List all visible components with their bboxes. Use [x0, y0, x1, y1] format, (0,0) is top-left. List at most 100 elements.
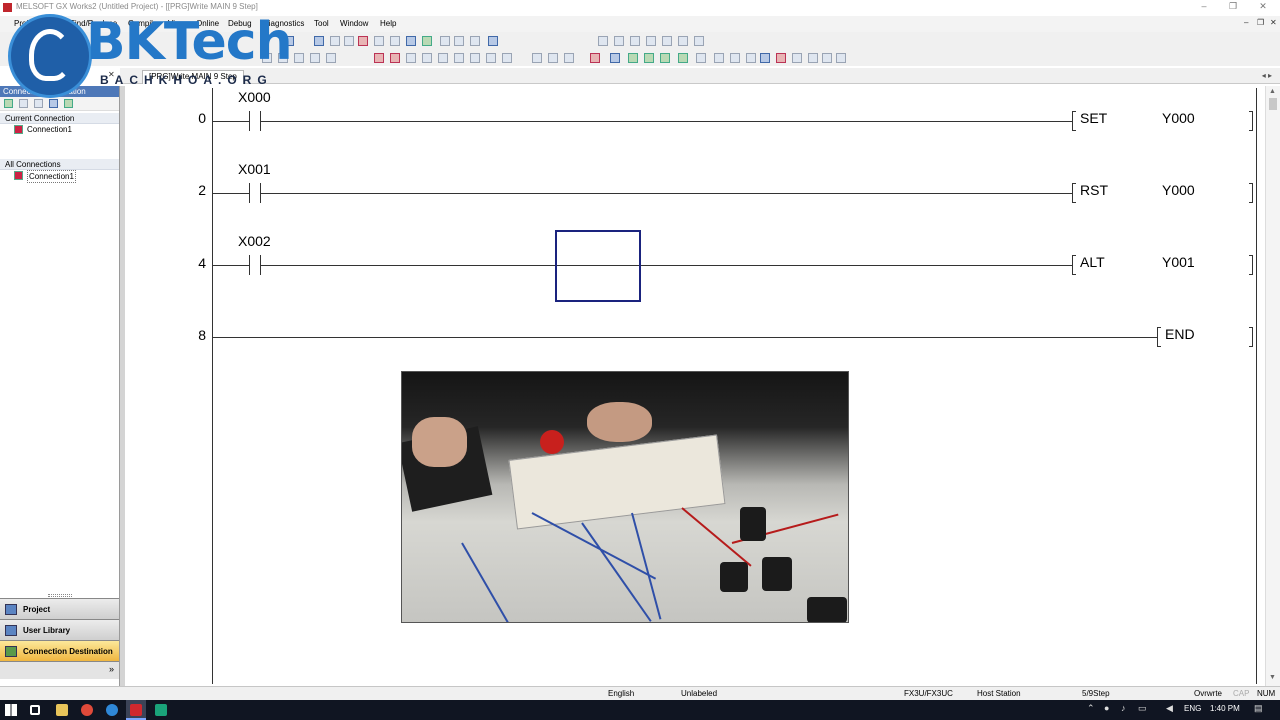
instruction[interactable]: SET: [1080, 110, 1107, 126]
nav-user-library-button[interactable]: User Library: [0, 619, 119, 640]
pane-tool-button[interactable]: [49, 99, 58, 108]
instruction[interactable]: RST: [1080, 182, 1108, 198]
toolbar-button[interactable]: [470, 36, 480, 46]
minimize-button[interactable]: –: [1193, 1, 1215, 11]
toolbar-button[interactable]: [746, 53, 756, 63]
maximize-button[interactable]: ❐: [1222, 1, 1244, 12]
contact-device[interactable]: X002: [238, 233, 271, 249]
toolbar-button[interactable]: [454, 53, 464, 63]
toolbar-button[interactable]: [440, 36, 450, 46]
toolbar-button[interactable]: [422, 53, 432, 63]
pane-resize-grip[interactable]: [48, 594, 72, 597]
contact-device[interactable]: X000: [238, 89, 271, 105]
app-icon[interactable]: [155, 704, 167, 716]
toolbar-button[interactable]: [422, 36, 432, 46]
toolbar-button[interactable]: [822, 53, 832, 63]
toolbar-button[interactable]: [808, 53, 818, 63]
tray-app-icon[interactable]: ●: [1104, 703, 1109, 713]
tray-mic-icon[interactable]: ♪: [1121, 703, 1126, 713]
toolbar-button[interactable]: [792, 53, 802, 63]
toolbar-button[interactable]: [374, 53, 384, 63]
vertical-scrollbar[interactable]: ▲ ▼: [1265, 86, 1280, 686]
toolbar-button[interactable]: [488, 36, 498, 46]
ladder-cursor[interactable]: [555, 230, 641, 302]
tray-language[interactable]: ENG: [1184, 704, 1201, 713]
zoom-button[interactable]: [836, 53, 846, 63]
menu-compile[interactable]: Compile: [128, 19, 157, 28]
toolbar-button[interactable]: [438, 53, 448, 63]
tray-chevron-icon[interactable]: ⌃: [1087, 703, 1095, 714]
menu-view[interactable]: View: [168, 19, 185, 28]
menu-online[interactable]: Online: [196, 19, 219, 28]
nav-connection-destination-button[interactable]: Connection Destination: [0, 640, 119, 661]
menu-edit[interactable]: Edit: [47, 19, 61, 28]
tray-volume-icon[interactable]: ◀: [1166, 703, 1173, 714]
toolbar-button[interactable]: [630, 36, 640, 46]
menu-find-replace[interactable]: Find/Replace: [70, 19, 117, 28]
tray-network-icon[interactable]: ▭: [1138, 703, 1147, 714]
pane-tool-button[interactable]: [34, 99, 43, 108]
toolbar-button[interactable]: [294, 53, 304, 63]
toolbar-button[interactable]: [344, 36, 354, 46]
toolbar-button[interactable]: [454, 36, 464, 46]
nav-more-button[interactable]: »: [0, 661, 119, 679]
toolbar-button[interactable]: [390, 53, 400, 63]
chrome-icon[interactable]: [81, 704, 93, 716]
skype-icon[interactable]: [106, 704, 118, 716]
pane-tool-button[interactable]: [64, 99, 73, 108]
toolbar-button[interactable]: [548, 53, 558, 63]
menu-project[interactable]: Project: [14, 19, 39, 28]
menu-window[interactable]: Window: [340, 19, 368, 28]
toolbar-button[interactable]: [590, 53, 600, 63]
toolbar-button[interactable]: [330, 36, 340, 46]
toolbar-button[interactable]: [486, 53, 496, 63]
menu-tool[interactable]: Tool: [314, 19, 329, 28]
menu-debug[interactable]: Debug: [228, 19, 252, 28]
contact-symbol[interactable]: [249, 183, 250, 203]
instruction-operand[interactable]: Y000: [1162, 110, 1195, 126]
toolbar-button[interactable]: [730, 53, 740, 63]
instruction-operand[interactable]: Y000: [1162, 182, 1195, 198]
connection-item[interactable]: Connection1: [0, 124, 119, 135]
mdi-close-button[interactable]: ✕: [1270, 18, 1277, 27]
toolbar-button[interactable]: [406, 36, 416, 46]
pane-tool-button[interactable]: [19, 99, 28, 108]
toolbar-button[interactable]: [660, 53, 670, 63]
nav-project-button[interactable]: Project: [0, 598, 119, 619]
toolbar-button[interactable]: [310, 53, 320, 63]
mdi-minimize-button[interactable]: –: [1244, 18, 1248, 27]
toolbar-button[interactable]: [644, 53, 654, 63]
contact-device[interactable]: X001: [238, 161, 271, 177]
close-button[interactable]: ✕: [1252, 1, 1274, 12]
scroll-down-icon[interactable]: ▼: [1269, 674, 1276, 681]
toolbar-button[interactable]: [662, 36, 672, 46]
contact-symbol[interactable]: [249, 111, 250, 131]
instruction[interactable]: ALT: [1080, 254, 1105, 270]
close-pane-icon[interactable]: ✕: [108, 70, 115, 79]
gx-works-icon[interactable]: [130, 704, 142, 716]
toolbar-button[interactable]: [314, 36, 324, 46]
toolbar-button[interactable]: [714, 53, 724, 63]
toolbar-button[interactable]: [358, 36, 368, 46]
toolbar-button[interactable]: [678, 36, 688, 46]
toolbar-button[interactable]: [694, 36, 704, 46]
pane-tool-button[interactable]: [4, 99, 13, 108]
search-icon[interactable]: [30, 705, 40, 715]
toolbar-button[interactable]: [564, 53, 574, 63]
notification-icon[interactable]: ▤: [1254, 703, 1263, 714]
toolbar-button[interactable]: [502, 53, 512, 63]
menu-diagnostics[interactable]: Diagnostics: [263, 19, 304, 28]
toolbar-button[interactable]: [646, 36, 656, 46]
contact-symbol[interactable]: [249, 255, 250, 275]
menu-help[interactable]: Help: [380, 19, 396, 28]
tab-prg-write-main[interactable]: [PRG]Write MAIN 9 Step: [142, 70, 244, 84]
instruction-operand[interactable]: Y001: [1162, 254, 1195, 270]
connection-item[interactable]: Connection1: [0, 170, 119, 183]
toolbar-button[interactable]: [532, 53, 542, 63]
toolbar-button[interactable]: [776, 53, 786, 63]
toolbar-button[interactable]: [610, 53, 620, 63]
toolbar-button[interactable]: [678, 53, 688, 63]
scroll-up-icon[interactable]: ▲: [1269, 88, 1276, 95]
file-explorer-icon[interactable]: [56, 704, 68, 716]
toolbar-button[interactable]: [262, 53, 272, 63]
